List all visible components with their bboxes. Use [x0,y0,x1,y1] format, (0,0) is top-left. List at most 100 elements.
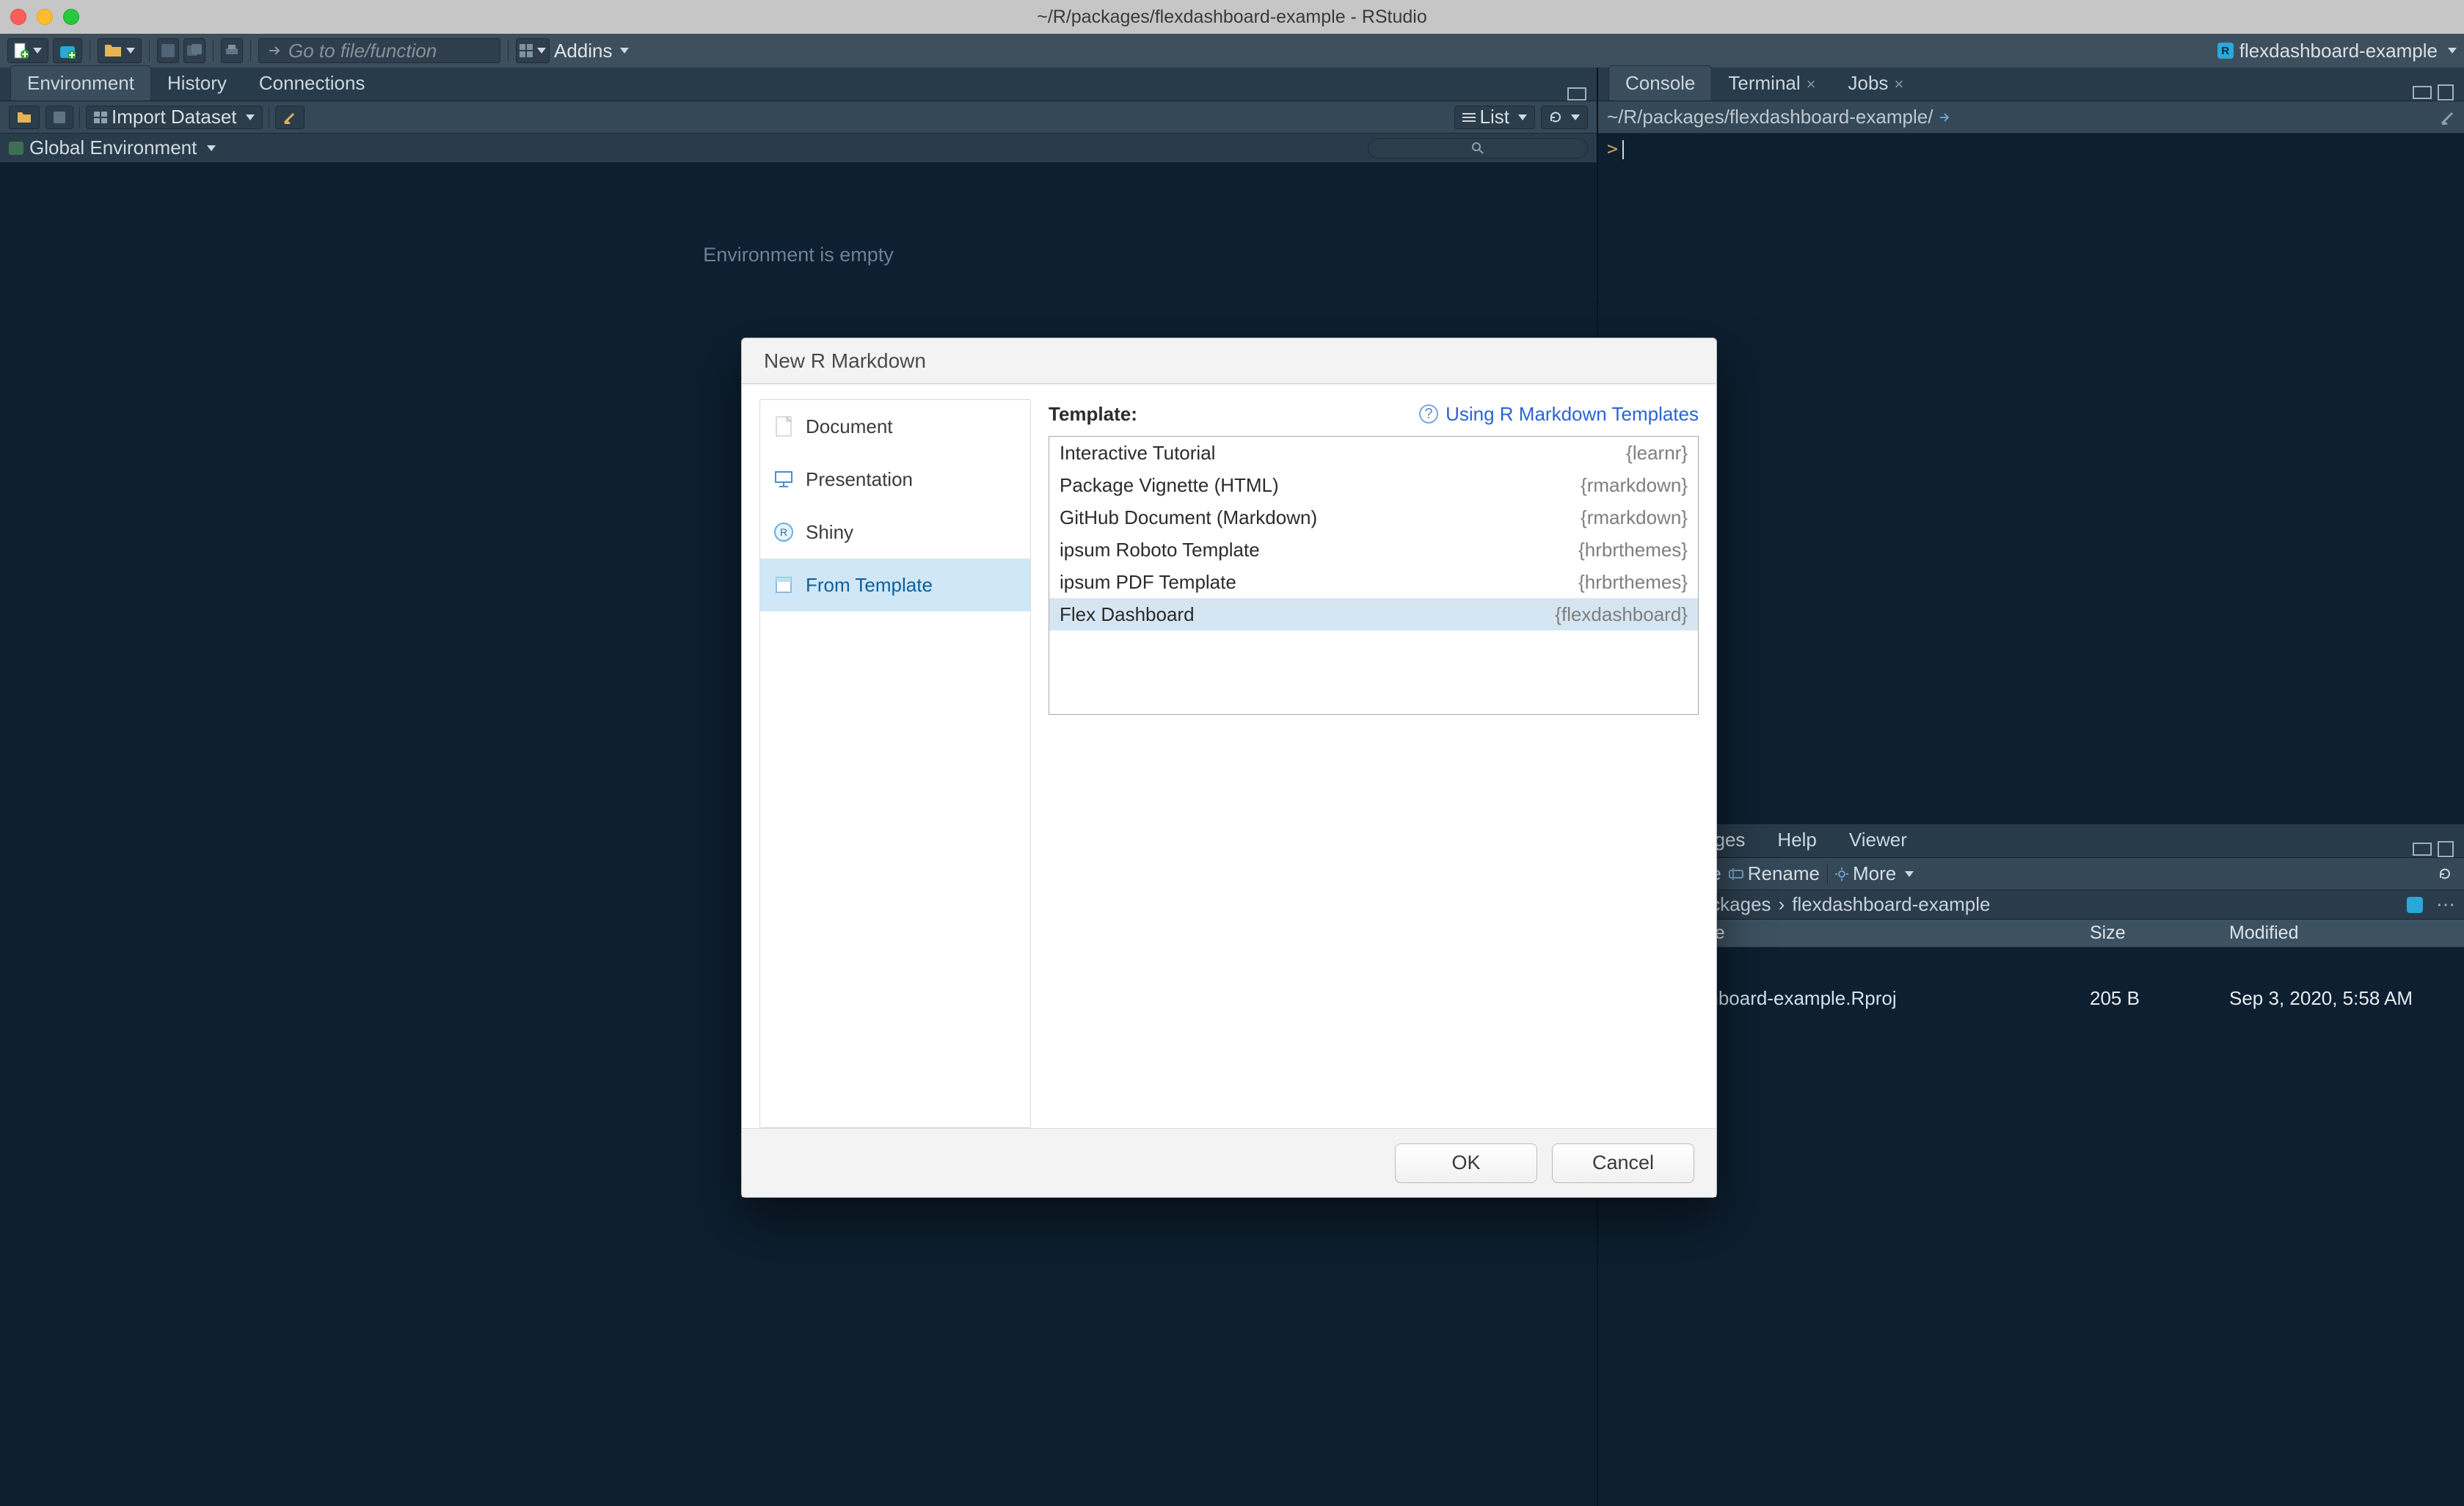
template-item[interactable]: Interactive Tutorial {learnr} [1049,437,1698,469]
zoom-window-button[interactable] [63,9,79,25]
help-link-text: Using R Markdown Templates [1446,403,1699,426]
folder-open-icon [104,43,122,58]
template-package: {rmarkdown} [1581,474,1688,497]
template-name: ipsum Roboto Template [1060,539,1260,561]
presentation-icon [773,469,794,490]
tab-console[interactable]: Console [1608,65,1712,101]
template-item[interactable]: GitHub Document (Markdown){rmarkdown} [1049,501,1698,534]
chevron-down-icon [33,48,42,54]
document-icon [773,416,794,437]
window-title: ~/R/packages/flexdashboard-example - RSt… [0,7,2464,28]
template-name: Interactive Tutorial [1060,442,1215,465]
template-package: {learnr} [1626,442,1688,465]
rproject-icon[interactable] [2407,897,2423,913]
console-tab-bar: Console Terminal× Jobs× [1598,68,2464,101]
environment-scope-bar: Global Environment [0,134,1597,163]
right-column: Console Terminal× Jobs× ~/R/packages/fle… [1598,68,2464,1506]
toolbar-separator [213,40,214,62]
addins-menu[interactable]: Addins [554,40,629,62]
ok-button[interactable]: OK [1395,1143,1537,1183]
refresh-files-button[interactable] [2433,862,2457,886]
close-icon[interactable]: × [1807,75,1816,93]
print-button[interactable] [221,38,243,63]
files-tab-bar: ts Packages Help Viewer [1598,824,2464,858]
column-header-size[interactable]: Size [2090,923,2229,944]
goto-file-function-input[interactable]: Go to file/function [258,38,500,63]
scope-icon [9,142,23,155]
file-up-row[interactable]: ⤴ [1598,947,2464,981]
template-item[interactable]: ipsum PDF Template{hrbrthemes} [1049,566,1698,598]
load-workspace-button[interactable] [9,106,40,129]
save-all-button[interactable] [183,38,205,63]
breadcrumb-segment[interactable]: flexdashboard-example [1792,893,1990,916]
more-menu[interactable]: More [1835,862,1914,885]
tab-environment[interactable]: Environment [10,65,151,101]
new-rmarkdown-dialog: New R Markdown Document Presentation R S… [741,338,1717,1198]
minimize-pane-icon[interactable] [1567,87,1586,101]
chevron-down-icon [246,114,255,120]
template-help-link[interactable]: ? Using R Markdown Templates [1419,403,1699,426]
minimize-pane-icon[interactable] [2413,86,2432,99]
tools-grid-button[interactable] [516,38,550,63]
goto-dir-icon[interactable] [1939,111,1952,124]
template-item[interactable]: ipsum Roboto Template{hrbrthemes} [1049,534,1698,566]
dialog-footer: OK Cancel [742,1128,1716,1197]
view-mode-menu[interactable]: List [1454,106,1535,129]
rename-label: Rename [1748,862,1820,885]
template-name: Package Vignette (HTML) [1060,474,1279,497]
shiny-icon: R [773,522,794,542]
minimize-pane-icon[interactable] [2413,843,2432,856]
svg-text:R: R [780,526,787,538]
dialog-body: Document Presentation R Shiny From Templ… [742,384,1716,1128]
addins-label: Addins [554,40,613,62]
project-menu[interactable]: R flexdashboard-example [2217,40,2457,62]
new-file-icon [14,43,29,59]
clear-workspace-button[interactable] [275,106,305,129]
import-dataset-menu[interactable]: Import Dataset [86,106,263,129]
tab-history[interactable]: History [151,66,243,101]
template-item[interactable]: Package Vignette (HTML) {rmarkdown} [1049,469,1698,501]
gear-icon [1835,867,1848,881]
console-body[interactable]: > [1598,134,2464,824]
file-row[interactable]: exdashboard-example.Rproj 205 B Sep 3, 2… [1598,981,2464,1015]
rproject-icon: R [2217,43,2234,59]
tab-connections[interactable]: Connections [243,66,382,101]
chevron-down-icon [2448,48,2457,54]
type-presentation[interactable]: Presentation [760,453,1030,506]
template-name: GitHub Document (Markdown) [1060,506,1317,529]
close-icon[interactable]: × [1894,75,1903,93]
rename-button[interactable]: Rename [1729,862,1820,885]
type-shiny[interactable]: R Shiny [760,506,1030,559]
window-titlebar: ~/R/packages/flexdashboard-example - RSt… [0,0,2464,34]
type-from-template[interactable]: From Template [760,559,1030,611]
toolbar-separator [508,40,509,62]
clear-console-icon[interactable] [2441,110,2455,125]
cancel-button[interactable]: Cancel [1552,1143,1694,1183]
tab-terminal[interactable]: Terminal× [1712,66,1831,101]
more-path-icon[interactable]: ⋯ [2436,893,2455,916]
scope-dropdown[interactable]: Global Environment [29,137,197,159]
template-package: {hrbrthemes} [1578,571,1688,594]
environment-search-input[interactable] [1368,138,1588,159]
tab-viewer[interactable]: Viewer [1833,823,1923,857]
refresh-environment-button[interactable] [1541,106,1588,129]
dialog-type-list: Document Presentation R Shiny From Templ… [759,399,1031,1128]
save-button[interactable] [157,38,179,63]
import-dataset-label: Import Dataset [112,106,237,128]
type-label: Presentation [806,468,913,491]
template-item[interactable]: Flex Dashboard{flexdashboard} [1049,598,1698,630]
save-workspace-button[interactable] [45,106,73,129]
new-file-menu[interactable] [7,38,48,63]
column-header-modified[interactable]: Modified [2229,923,2464,944]
maximize-pane-icon[interactable] [2438,84,2454,101]
tab-jobs[interactable]: Jobs× [1832,66,1920,101]
tab-help[interactable]: Help [1761,823,1832,857]
goto-arrow-icon [268,44,281,57]
close-window-button[interactable] [10,9,26,25]
maximize-pane-icon[interactable] [2438,841,2454,857]
refresh-icon [1549,111,1562,124]
minimize-window-button[interactable] [37,9,53,25]
type-document[interactable]: Document [760,400,1030,453]
open-file-menu[interactable] [98,38,142,63]
new-project-button[interactable] [53,38,82,63]
